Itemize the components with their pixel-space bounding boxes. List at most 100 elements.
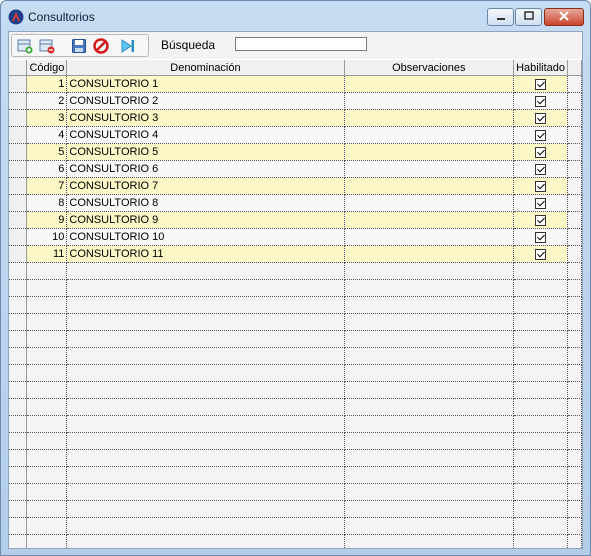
cell-observaciones[interactable]	[344, 177, 515, 195]
empty-row	[9, 347, 582, 365]
enabled-checkbox[interactable]	[535, 214, 547, 226]
cell-codigo[interactable]: 10	[26, 228, 68, 246]
row-indicator[interactable]	[9, 177, 28, 195]
cell-observaciones[interactable]	[344, 194, 515, 212]
table-row[interactable]: 4 CONSULTORIO 4	[9, 126, 582, 144]
row-indicator[interactable]	[9, 92, 28, 110]
close-button[interactable]	[544, 8, 584, 26]
row-indicator[interactable]	[9, 211, 28, 229]
cell-habilitado[interactable]	[513, 126, 568, 144]
cell-observaciones[interactable]	[344, 92, 515, 110]
cell-habilitado[interactable]	[513, 194, 568, 212]
cell-observaciones[interactable]	[344, 228, 515, 246]
cell-codigo[interactable]: 8	[26, 194, 68, 212]
table-row[interactable]: 8 CONSULTORIO 8	[9, 194, 582, 212]
table-row[interactable]: 1 CONSULTORIO 1	[9, 75, 582, 93]
cell-denominacion[interactable]: CONSULTORIO 8	[66, 194, 345, 212]
cell-denominacion[interactable]: CONSULTORIO 11	[66, 245, 345, 263]
cell-denominacion[interactable]: CONSULTORIO 1	[66, 75, 345, 93]
cell-denominacion[interactable]: CONSULTORIO 6	[66, 160, 345, 178]
enabled-checkbox[interactable]	[535, 78, 547, 90]
data-grid[interactable]: Código Denominación Observaciones Habili…	[9, 60, 582, 548]
filler-cell	[567, 177, 582, 195]
enabled-checkbox[interactable]	[535, 129, 547, 141]
cell-habilitado[interactable]	[513, 143, 568, 161]
table-row[interactable]: 5 CONSULTORIO 5	[9, 143, 582, 161]
cell-observaciones[interactable]	[344, 75, 515, 93]
cell-habilitado[interactable]	[513, 228, 568, 246]
table-row[interactable]: 6 CONSULTORIO 6	[9, 160, 582, 178]
next-icon[interactable]	[120, 38, 136, 54]
cell-observaciones[interactable]	[344, 143, 515, 161]
row-indicator[interactable]	[9, 228, 28, 246]
cell-denominacion[interactable]: CONSULTORIO 9	[66, 211, 345, 229]
enabled-checkbox[interactable]	[535, 146, 547, 158]
row-indicator[interactable]	[9, 126, 28, 144]
cell-denominacion[interactable]: CONSULTORIO 3	[66, 109, 345, 127]
table-row[interactable]: 9 CONSULTORIO 9	[9, 211, 582, 229]
empty-row	[9, 296, 582, 314]
cell-denominacion[interactable]: CONSULTORIO 2	[66, 92, 345, 110]
cell-codigo[interactable]: 4	[26, 126, 68, 144]
cell-codigo[interactable]: 3	[26, 109, 68, 127]
cell-habilitado[interactable]	[513, 109, 568, 127]
column-header-observaciones[interactable]: Observaciones	[344, 60, 515, 76]
cell-habilitado[interactable]	[513, 177, 568, 195]
cell-observaciones[interactable]	[344, 109, 515, 127]
minimize-icon	[496, 18, 505, 20]
cell-denominacion[interactable]: CONSULTORIO 5	[66, 143, 345, 161]
row-indicator[interactable]	[9, 245, 28, 263]
row-indicator[interactable]	[9, 143, 28, 161]
enabled-checkbox[interactable]	[535, 163, 547, 175]
cell-codigo[interactable]: 9	[26, 211, 68, 229]
row-indicator[interactable]	[9, 194, 28, 212]
cell-habilitado[interactable]	[513, 75, 568, 93]
cell-observaciones[interactable]	[344, 245, 515, 263]
column-header-denominacion[interactable]: Denominación	[66, 60, 345, 76]
row-indicator[interactable]	[9, 109, 28, 127]
cell-denominacion[interactable]: CONSULTORIO 4	[66, 126, 345, 144]
table-row[interactable]: 11 CONSULTORIO 11	[9, 245, 582, 263]
enabled-checkbox[interactable]	[535, 248, 547, 260]
cell-observaciones[interactable]	[344, 160, 515, 178]
column-header-habilitado[interactable]: Habilitado	[513, 60, 568, 76]
cell-habilitado[interactable]	[513, 245, 568, 263]
row-indicator[interactable]	[9, 160, 28, 178]
enabled-checkbox[interactable]	[535, 95, 547, 107]
table-row[interactable]: 2 CONSULTORIO 2	[9, 92, 582, 110]
cell-observaciones[interactable]	[344, 126, 515, 144]
table-row[interactable]: 7 CONSULTORIO 7	[9, 177, 582, 195]
enabled-checkbox[interactable]	[535, 231, 547, 243]
row-indicator[interactable]	[9, 75, 28, 93]
cell-codigo[interactable]: 6	[26, 160, 68, 178]
empty-cell	[26, 517, 68, 535]
minimize-button[interactable]	[487, 8, 514, 26]
empty-row	[9, 534, 582, 548]
cell-denominacion[interactable]: CONSULTORIO 10	[66, 228, 345, 246]
enabled-checkbox[interactable]	[535, 197, 547, 209]
search-input[interactable]	[235, 37, 367, 51]
cell-codigo[interactable]: 7	[26, 177, 68, 195]
toolbar-button-group	[11, 34, 149, 57]
cell-codigo[interactable]: 2	[26, 92, 68, 110]
enabled-checkbox[interactable]	[535, 112, 547, 124]
cell-habilitado[interactable]	[513, 92, 568, 110]
cell-denominacion[interactable]: CONSULTORIO 7	[66, 177, 345, 195]
cell-codigo[interactable]: 11	[26, 245, 68, 263]
add-record-icon[interactable]	[17, 38, 33, 54]
save-icon[interactable]	[71, 38, 87, 54]
delete-record-icon[interactable]	[39, 38, 55, 54]
cell-codigo[interactable]: 5	[26, 143, 68, 161]
maximize-button[interactable]	[515, 8, 542, 26]
cell-habilitado[interactable]	[513, 160, 568, 178]
cell-observaciones[interactable]	[344, 211, 515, 229]
row-indicator	[9, 534, 28, 548]
title-bar[interactable]: Consultorios	[1, 1, 590, 31]
cancel-icon[interactable]	[93, 38, 109, 54]
table-row[interactable]: 3 CONSULTORIO 3	[9, 109, 582, 127]
enabled-checkbox[interactable]	[535, 180, 547, 192]
table-row[interactable]: 10 CONSULTORIO 10	[9, 228, 582, 246]
cell-codigo[interactable]: 1	[26, 75, 68, 93]
column-header-codigo[interactable]: Código	[26, 60, 68, 76]
cell-habilitado[interactable]	[513, 211, 568, 229]
